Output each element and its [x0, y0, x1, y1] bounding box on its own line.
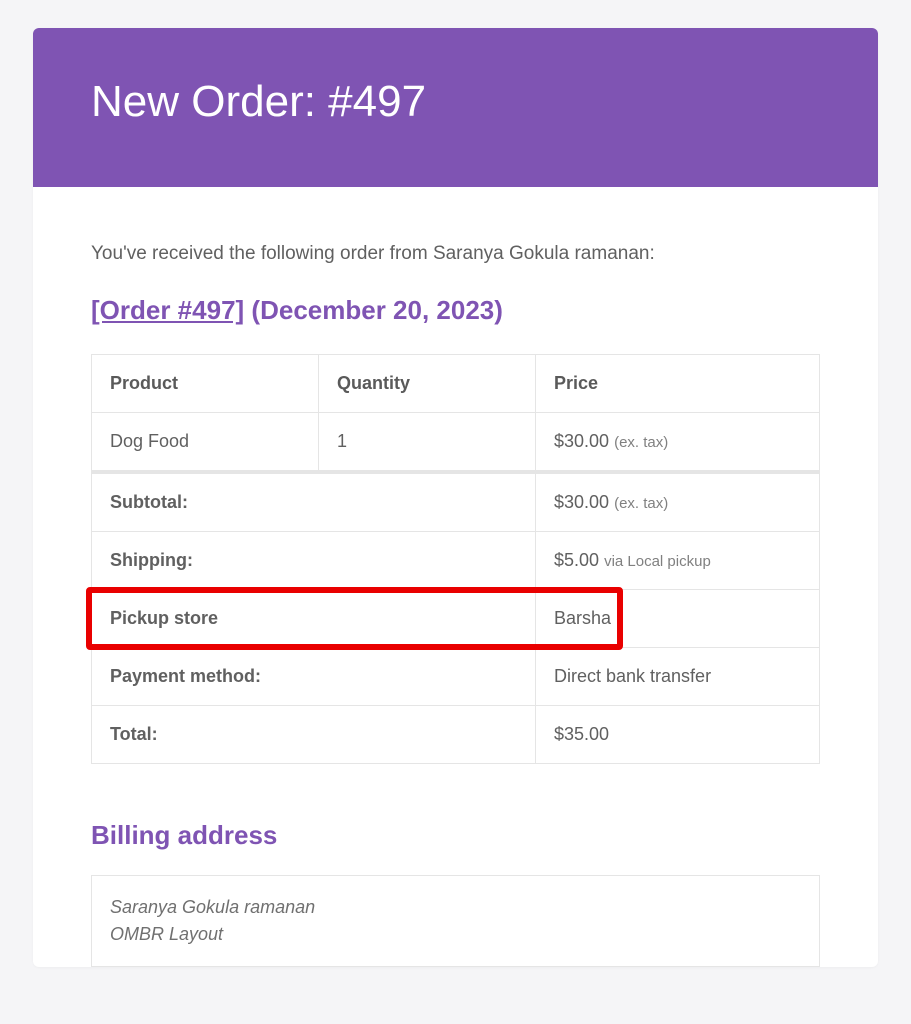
cell-product: Dog Food — [92, 412, 319, 472]
subtotal-amount: $30.00 — [554, 492, 609, 512]
row-total: Total: $35.00 — [92, 705, 820, 763]
table-header-row: Product Quantity Price — [92, 354, 820, 412]
row-subtotal: Subtotal: $30.00 (ex. tax) — [92, 472, 820, 532]
value-payment-method: Direct bank transfer — [536, 647, 820, 705]
billing-line-1: Saranya Gokula ramanan — [110, 894, 801, 921]
label-shipping: Shipping: — [92, 531, 536, 589]
order-date: (December 20, 2023) — [251, 295, 502, 325]
email-title: New Order: #497 — [91, 76, 820, 129]
pickup-store-label-text: Pickup store — [110, 608, 218, 628]
cell-quantity: 1 — [319, 412, 536, 472]
order-link[interactable]: [Order #497] — [91, 295, 244, 325]
order-heading: [Order #497] (December 20, 2023) — [91, 295, 820, 326]
email-card: New Order: #497 You've received the foll… — [33, 28, 878, 967]
shipping-note: via Local pickup — [604, 553, 711, 570]
value-pickup-store: Barsha — [536, 589, 820, 647]
table-row: Dog Food 1 $30.00 (ex. tax) — [92, 412, 820, 472]
email-header: New Order: #497 — [33, 28, 878, 187]
label-subtotal: Subtotal: — [92, 472, 536, 532]
row-shipping: Shipping: $5.00 via Local pickup — [92, 531, 820, 589]
value-subtotal: $30.00 (ex. tax) — [536, 472, 820, 532]
col-price: Price — [536, 354, 820, 412]
billing-line-2: OMBR Layout — [110, 921, 801, 948]
billing-address-title: Billing address — [91, 820, 820, 851]
label-pickup-store: Pickup store — [92, 589, 536, 647]
row-payment-method: Payment method: Direct bank transfer — [92, 647, 820, 705]
intro-text: You've received the following order from… — [91, 243, 820, 265]
email-body: You've received the following order from… — [33, 187, 878, 967]
subtotal-note: (ex. tax) — [614, 495, 668, 512]
col-quantity: Quantity — [319, 354, 536, 412]
value-total: $35.00 — [536, 705, 820, 763]
cell-price: $30.00 (ex. tax) — [536, 412, 820, 472]
label-total: Total: — [92, 705, 536, 763]
billing-address-box: Saranya Gokula ramanan OMBR Layout — [91, 875, 820, 967]
price-value: $30.00 — [554, 431, 609, 451]
col-product: Product — [92, 354, 319, 412]
order-table: Product Quantity Price Dog Food 1 $30.00… — [91, 354, 820, 764]
row-pickup-store: Pickup store Barsha — [92, 589, 820, 647]
value-shipping: $5.00 via Local pickup — [536, 531, 820, 589]
label-payment-method: Payment method: — [92, 647, 536, 705]
page-root: New Order: #497 You've received the foll… — [0, 0, 911, 1024]
price-note: (ex. tax) — [614, 434, 668, 451]
shipping-amount: $5.00 — [554, 550, 599, 570]
